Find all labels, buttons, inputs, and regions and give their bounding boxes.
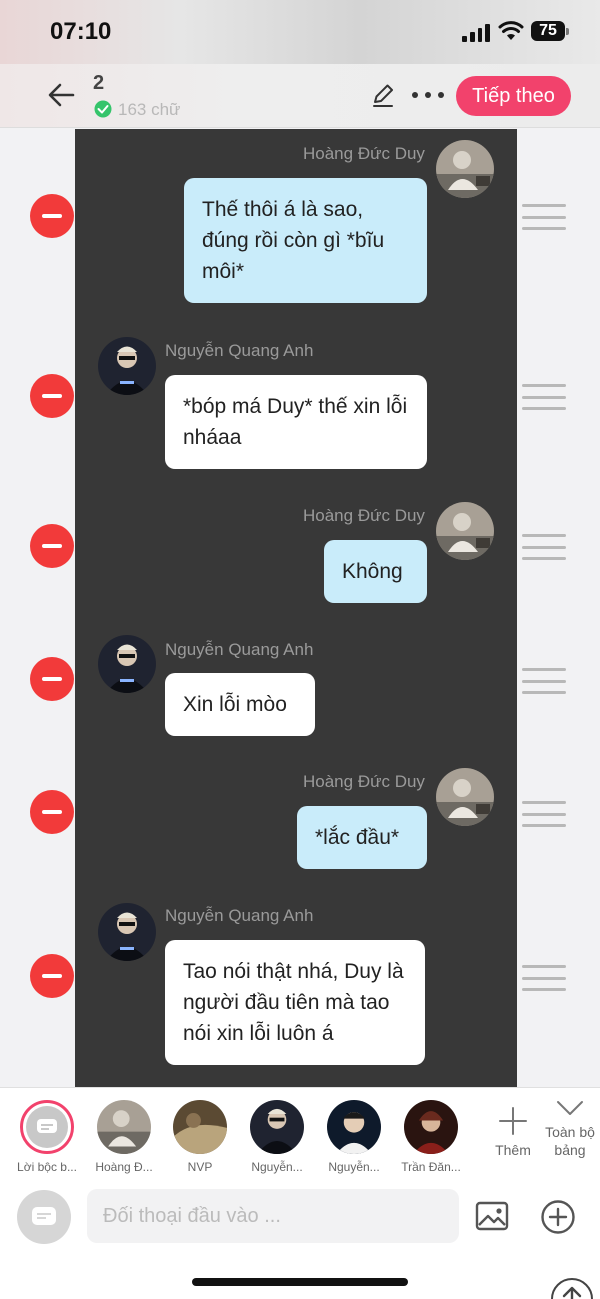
character-nguyen-2[interactable]: Nguyễn... xyxy=(322,1100,386,1174)
plus-icon xyxy=(499,1107,527,1135)
character-avatar xyxy=(404,1100,458,1154)
add-character-button[interactable]: Thêm xyxy=(484,1106,542,1159)
scroll-to-top-icon[interactable] xyxy=(550,1277,594,1299)
narrator-avatar xyxy=(20,1100,74,1154)
next-button[interactable]: Tiếp theo xyxy=(456,76,571,116)
message-bubble[interactable]: Thế thôi á là sao, đúng rồi còn gì *bĩu … xyxy=(184,178,427,303)
character-name: Nguyễn... xyxy=(251,1160,303,1174)
delete-line-button[interactable] xyxy=(30,194,74,238)
character-nvp[interactable]: NVP xyxy=(168,1100,232,1174)
editor-header: 2 163 chữ Tiếp theo xyxy=(0,64,600,128)
wifi-icon xyxy=(498,21,524,40)
full-board-label: Toàn bộ bảng xyxy=(545,1124,595,1158)
dialogue-row: Hoàng Đức Duy *lắc đầu* xyxy=(0,765,600,877)
delete-line-button[interactable] xyxy=(30,657,74,701)
sender-name: Nguyễn Quang Anh xyxy=(165,640,314,659)
full-board-button[interactable]: Toàn bộ bảng xyxy=(540,1098,600,1159)
avatar-hoang-duc-duy xyxy=(436,768,494,826)
avatar-nguyen-quang-anh xyxy=(98,337,156,395)
dialogue-row: Nguyễn Quang Anh Xin lỗi mòo xyxy=(0,633,600,745)
message-bubble[interactable]: Tao nói thật nhá, Duy là người đầu tiên … xyxy=(165,940,425,1065)
sender-name: Nguyễn Quang Anh xyxy=(165,341,314,360)
add-circle-icon[interactable] xyxy=(540,1199,576,1235)
speech-bubble-icon xyxy=(32,1207,56,1225)
sender-name: Nguyễn Quang Anh xyxy=(165,906,314,925)
drag-handle[interactable] xyxy=(522,534,566,560)
status-bar: 07:10 75 xyxy=(0,0,600,64)
character-avatar xyxy=(97,1100,151,1154)
item-count: 2 xyxy=(93,72,105,94)
delete-line-button[interactable] xyxy=(30,954,74,998)
check-icon xyxy=(94,100,112,118)
character-selector: Lời bộc b... Hoàng Đ... NVP Nguyễn... Ng… xyxy=(0,1087,600,1179)
delete-line-button[interactable] xyxy=(30,524,74,568)
dialogue-row: Hoàng Đức Duy Thế thôi á là sao, đúng rồ… xyxy=(0,129,600,319)
sender-name: Hoàng Đức Duy xyxy=(303,144,425,163)
character-name: Trần Đăn... xyxy=(401,1160,461,1174)
character-name: Nguyễn... xyxy=(328,1160,380,1174)
avatar-hoang-duc-duy xyxy=(436,140,494,198)
character-tran-dang[interactable]: Trần Đăn... xyxy=(399,1100,463,1174)
drag-handle[interactable] xyxy=(522,384,566,410)
more-options-icon[interactable] xyxy=(412,82,444,108)
message-bubble[interactable]: Xin lỗi mòo xyxy=(165,673,315,736)
message-bubble[interactable]: Không xyxy=(324,540,427,603)
input-bar: Đối thoại đầu vào ... xyxy=(0,1179,600,1299)
character-avatar xyxy=(250,1100,304,1154)
back-arrow-icon[interactable] xyxy=(46,80,76,110)
character-narrator[interactable]: Lời bộc b... xyxy=(15,1100,79,1174)
message-bubble[interactable]: *bóp má Duy* thế xin lỗi nháaa xyxy=(165,375,427,469)
narrator-toggle-button[interactable] xyxy=(17,1190,71,1244)
drag-handle[interactable] xyxy=(522,801,566,827)
character-name: NVP xyxy=(187,1160,213,1174)
speech-bubble-icon xyxy=(37,1119,57,1133)
image-icon[interactable] xyxy=(475,1201,509,1231)
cellular-signal-icon xyxy=(462,24,490,42)
chevron-down-icon xyxy=(557,1101,583,1115)
message-bubble[interactable]: *lắc đầu* xyxy=(297,806,427,869)
battery-icon: 75 xyxy=(531,21,569,41)
drag-handle[interactable] xyxy=(522,204,566,230)
edit-pencil-icon[interactable] xyxy=(370,82,396,108)
drag-handle[interactable] xyxy=(522,668,566,694)
home-indicator xyxy=(192,1278,408,1286)
add-character-label: Thêm xyxy=(495,1142,531,1158)
character-avatar xyxy=(327,1100,381,1154)
delete-line-button[interactable] xyxy=(30,374,74,418)
dialogue-list: Hoàng Đức Duy Thế thôi á là sao, đúng rồ… xyxy=(0,129,600,1087)
delete-line-button[interactable] xyxy=(30,790,74,834)
character-hoang-duc-duy[interactable]: Hoàng Đ... xyxy=(92,1100,156,1174)
character-nguyen-quang-anh[interactable]: Nguyễn... xyxy=(245,1100,309,1174)
dialogue-row: Hoàng Đức Duy Không xyxy=(0,499,600,611)
avatar-nguyen-quang-anh xyxy=(98,903,156,961)
avatar-nguyen-quang-anh xyxy=(98,635,156,693)
character-name: Lời bộc b... xyxy=(17,1160,77,1174)
dialogue-row: Nguyễn Quang Anh *bóp má Duy* thế xin lỗ… xyxy=(0,335,600,481)
dialogue-row: Nguyễn Quang Anh Tao nói thật nhá, Duy l… xyxy=(0,901,600,1081)
dialogue-input[interactable]: Đối thoại đầu vào ... xyxy=(87,1189,459,1243)
word-count: 163 chữ xyxy=(118,100,181,119)
drag-handle[interactable] xyxy=(522,965,566,991)
character-name: Hoàng Đ... xyxy=(95,1160,153,1174)
sender-name: Hoàng Đức Duy xyxy=(303,772,425,791)
status-time: 07:10 xyxy=(50,18,112,45)
character-avatar xyxy=(173,1100,227,1154)
avatar-hoang-duc-duy xyxy=(436,502,494,560)
sender-name: Hoàng Đức Duy xyxy=(303,506,425,525)
